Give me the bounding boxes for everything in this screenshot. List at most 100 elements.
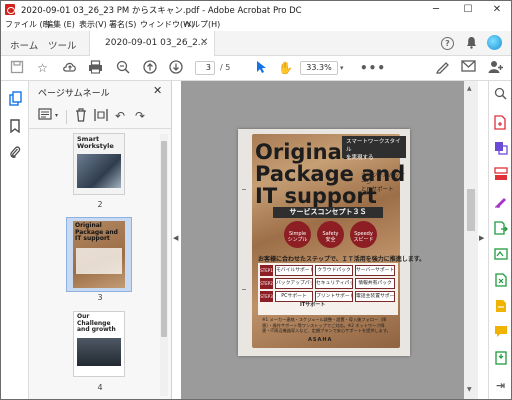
zoom-dropdown-chevron-icon[interactable]: ▾ <box>340 64 344 72</box>
service-cell: モバイルサポート <box>275 265 313 276</box>
concept-title: サービスコンセプト３Ｓ <box>273 207 383 218</box>
it-support-label: ITサポート <box>300 302 326 308</box>
delete-page-icon[interactable] <box>73 108 89 124</box>
more-tools-chevron-icon[interactable]: ⇥ <box>492 377 509 394</box>
thumbnail-tools: ▾ ↶ ↷ <box>29 105 171 129</box>
close-tab-icon[interactable]: ✕ <box>200 37 208 48</box>
edit-pdf-icon[interactable] <box>492 194 509 211</box>
poster-footnote: ※1 メーカー連絡・スケジュール調整・設置・導入後フォロー（障害）・操作サポート… <box>262 317 391 333</box>
page-thumbnails-icon[interactable] <box>7 91 23 107</box>
email-icon[interactable] <box>460 60 477 77</box>
acrobat-window: 2020-09-01 03_26_23 PM からスキャン.pdf - Adob… <box>0 0 512 400</box>
pdf-page: Original Package and IT support スマートワークス… <box>238 129 425 356</box>
tab-tools[interactable]: ツール <box>48 38 77 52</box>
thumbnail-page-2[interactable]: Smart Workstyle <box>73 133 125 195</box>
page-number-input[interactable]: 3 <box>195 61 215 75</box>
thumbnail-page-number: 4 <box>97 383 103 392</box>
tab-document[interactable]: 2020-09-01 03_26_2... ✕ <box>89 31 215 56</box>
comment-icon[interactable] <box>492 325 509 342</box>
select-cursor-icon[interactable] <box>252 60 269 77</box>
thumbnail-scrollbar-thumb[interactable] <box>161 141 167 337</box>
bookmarks-icon[interactable] <box>7 119 23 135</box>
thumbnail-options-icon[interactable] <box>37 108 53 124</box>
crop-mark <box>242 189 246 190</box>
combine-files-icon[interactable] <box>492 141 509 158</box>
export-excel-icon[interactable] <box>492 273 509 290</box>
thumbnail-page-4[interactable]: Our Challenge and growth <box>73 311 125 377</box>
organize-pages-icon[interactable] <box>492 167 509 184</box>
right-tools-rail: ⇥ <box>488 81 511 399</box>
export-pdf-icon[interactable] <box>492 221 509 238</box>
header-caption-box: スマートワークスタイル を実現する <box>342 136 406 161</box>
thumbnail-title: Smart Workstyle <box>77 135 114 150</box>
document-scrollbar-thumb[interactable] <box>467 189 475 231</box>
search-icon[interactable] <box>492 87 509 104</box>
previous-page-icon[interactable] <box>141 60 158 77</box>
badge-simple: Simple シンプル <box>284 221 311 248</box>
add-user-icon[interactable] <box>487 60 504 77</box>
rotate-clockwise-icon[interactable]: ↷ <box>132 108 148 124</box>
thumbnail-photo <box>77 337 121 366</box>
collapse-left-panel-icon[interactable]: ◀ <box>173 234 178 242</box>
tab-home[interactable]: ホーム <box>10 38 38 52</box>
poster-tagline: お客様に合わせたステップで、ＩＴ活用を強力に推進します。 <box>258 256 426 263</box>
brand-logo: ASAHA <box>308 337 333 343</box>
thumbnail-page-3[interactable]: Original Package and IT support <box>73 221 125 288</box>
next-page-icon[interactable] <box>167 60 184 77</box>
minimize-button[interactable]: ─ <box>421 1 451 18</box>
collapse-right-panel-icon[interactable]: ▶ <box>479 234 484 242</box>
menu-view[interactable]: 表示(V) <box>79 19 107 30</box>
cloud-upload-icon[interactable] <box>61 60 78 77</box>
page-total: / 5 <box>220 63 231 72</box>
enhance-scans-icon[interactable] <box>492 247 509 264</box>
bookmark-star-icon[interactable]: ☆ <box>34 60 51 77</box>
poster-subtitle: オリジナルパッケージ とITサポート <box>361 173 406 193</box>
menu-file[interactable]: ファイル (F) <box>5 19 50 30</box>
attachments-paperclip-icon[interactable] <box>7 145 23 161</box>
maximize-button[interactable]: ☐ <box>453 1 483 18</box>
zoom-out-search-icon[interactable] <box>114 60 131 77</box>
sign-pen-icon[interactable] <box>434 60 451 77</box>
page-thumbnails-panel: ページサムネール ✕ ▾ ↶ ↷ Smart Workstyle 2 Origi… <box>29 81 172 399</box>
title-bar: 2020-09-01 03_26_23 PM からスキャン.pdf - Adob… <box>1 1 511 18</box>
panel-title: ページサムネール <box>38 89 110 99</box>
service-cell: 情報共有パック <box>355 278 395 289</box>
badge-safety: Safety 安全 <box>317 221 344 248</box>
create-pdf-icon[interactable] <box>492 115 509 132</box>
zoom-level-input[interactable]: 33.3% <box>300 61 338 75</box>
menu-edit[interactable]: 編集 (E) <box>45 19 75 30</box>
options-chevron-icon[interactable]: ▾ <box>55 112 58 119</box>
service-step-grid: STEP1 モバイルサポート クラウドパック サーバーサポート STEP2 バッ… <box>258 263 398 315</box>
step-label: STEP1 <box>260 265 273 276</box>
hand-tool-icon[interactable]: ✋ <box>277 60 294 77</box>
left-navigation-rail <box>1 81 29 399</box>
acrobat-app-icon <box>5 4 15 15</box>
thumbnail-page-number: 3 <box>97 293 103 302</box>
menu-sign[interactable]: 署名(S) <box>109 19 136 30</box>
document-scrollbar-track[interactable] <box>464 81 478 399</box>
thumbnail-title: Our Challenge and growth <box>77 313 116 333</box>
step-label: STEP2 <box>260 278 273 289</box>
more-options-icon[interactable]: ••• <box>360 60 385 77</box>
menu-bar: ファイル (F) 編集 (E) 表示(V) 署名(S) ウィンドウ(W) ヘルプ… <box>1 18 511 31</box>
thumbnail-grid <box>76 247 122 274</box>
tab-bar: ホーム ツール ? <box>1 31 511 56</box>
notification-bell-icon[interactable] <box>466 36 477 49</box>
rotate-counterclockwise-icon[interactable]: ↶ <box>112 108 128 124</box>
print-icon[interactable] <box>87 60 104 77</box>
crop-mark <box>242 289 246 290</box>
scroll-down-icon[interactable]: ▼ <box>467 386 472 393</box>
step-label: STEP3 <box>260 291 273 302</box>
help-icon[interactable]: ? <box>441 37 454 50</box>
menu-help[interactable]: ヘルプ(H) <box>184 19 220 30</box>
insert-page-icon[interactable] <box>93 108 109 124</box>
compress-pdf-icon[interactable] <box>492 351 509 368</box>
thumbnail-page-number: 2 <box>97 200 103 209</box>
divider <box>66 110 67 124</box>
fill-sign-icon[interactable] <box>492 299 509 316</box>
close-button[interactable]: ✕ <box>482 1 511 18</box>
close-panel-icon[interactable]: ✕ <box>153 84 162 97</box>
save-icon[interactable] <box>8 60 25 77</box>
user-avatar[interactable] <box>487 35 502 50</box>
scroll-up-icon[interactable]: ▲ <box>467 85 472 92</box>
